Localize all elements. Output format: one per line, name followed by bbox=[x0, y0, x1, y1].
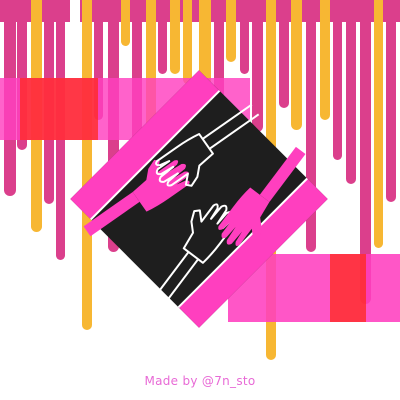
paint-drip bbox=[226, 0, 236, 62]
paint-drip bbox=[279, 0, 289, 108]
paint-drip bbox=[374, 0, 383, 248]
paint-drip bbox=[386, 0, 396, 202]
paint-drip bbox=[121, 0, 130, 46]
paint-drip bbox=[291, 0, 302, 130]
band-red-left bbox=[20, 78, 98, 140]
band-red-right bbox=[330, 254, 366, 322]
paint-drip bbox=[82, 0, 92, 330]
paint-drip bbox=[170, 0, 180, 74]
paint-drip bbox=[320, 0, 330, 120]
paint-drip bbox=[240, 0, 249, 74]
paint-drip bbox=[252, 0, 263, 132]
artwork-canvas: Made by @7n_sto bbox=[0, 0, 400, 400]
paint-drip bbox=[158, 0, 167, 74]
paint-drip bbox=[333, 0, 342, 160]
paint-drip bbox=[346, 0, 356, 184]
credit-caption: Made by @7n_sto bbox=[144, 374, 256, 388]
artwork-svg bbox=[0, 0, 400, 360]
paint-drip bbox=[183, 0, 192, 84]
